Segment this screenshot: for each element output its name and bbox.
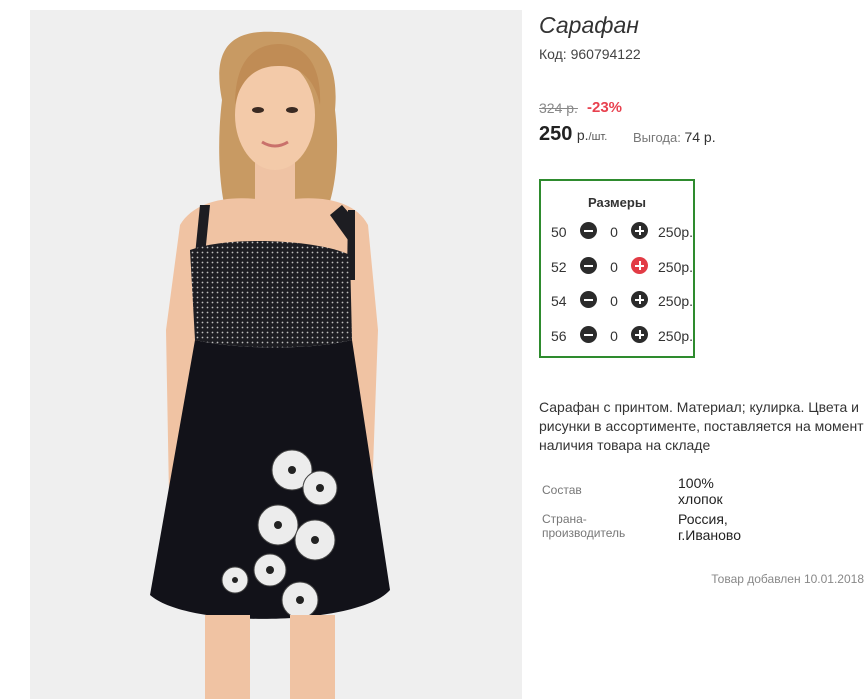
product-description: Сарафан с принтом. Материал; кулирка. Цв…	[539, 399, 864, 453]
price-value: 250	[539, 123, 573, 145]
property-value-composition: 100% хлопок	[678, 475, 723, 507]
benefit-value: 74 р.	[684, 129, 716, 145]
size-label: 56	[551, 328, 567, 344]
discount-badge: -23%	[587, 99, 623, 116]
size-quantity: 0	[610, 328, 618, 344]
benefit: Выгода: 74 р.	[633, 129, 716, 145]
property-label-composition: Состав	[542, 483, 582, 497]
size-price: 250р.	[658, 224, 694, 240]
size-row-54: 54 0 250р.	[551, 291, 693, 311]
size-price: 250р.	[658, 293, 694, 309]
decrease-button[interactable]	[580, 291, 597, 308]
price: 250 р./шт.	[539, 123, 607, 146]
property-value-country: Россия, г.Иваново	[678, 511, 741, 543]
decrease-button[interactable]	[580, 326, 597, 343]
increase-button[interactable]	[631, 291, 648, 308]
size-quantity: 0	[610, 259, 618, 275]
date-added: Товар добавлен 10.01.2018	[711, 572, 864, 586]
price-currency: р./шт.	[576, 127, 608, 143]
size-label: 52	[551, 259, 567, 275]
size-row-56: 56 0 250р.	[551, 326, 693, 346]
size-quantity: 0	[610, 224, 618, 240]
size-row-50: 50 0 250р.	[551, 222, 693, 242]
size-price: 250р.	[658, 259, 694, 275]
sizes-box: Размеры 50 0 250р. 52 0 250р. 54 0 250р.…	[539, 179, 695, 358]
benefit-label: Выгода:	[633, 130, 681, 145]
increase-button[interactable]	[631, 222, 648, 239]
price-unit: /шт.	[588, 131, 608, 143]
product-image	[30, 10, 522, 699]
increase-button[interactable]	[631, 257, 648, 274]
size-label: 54	[551, 293, 567, 309]
size-quantity: 0	[610, 293, 618, 309]
size-price: 250р.	[658, 328, 694, 344]
increase-button[interactable]	[631, 326, 648, 343]
product-code: Код: 960794122	[539, 46, 641, 62]
size-label: 50	[551, 224, 567, 240]
size-row-52: 52 0 250р.	[551, 257, 693, 277]
old-price: 324 р.	[539, 100, 578, 116]
decrease-button[interactable]	[580, 222, 597, 239]
sizes-title: Размеры	[588, 195, 646, 210]
property-label-country: Страна- производитель	[542, 512, 626, 540]
decrease-button[interactable]	[580, 257, 597, 274]
product-title: Сарафан	[539, 12, 639, 38]
product-photo[interactable]	[30, 10, 522, 699]
